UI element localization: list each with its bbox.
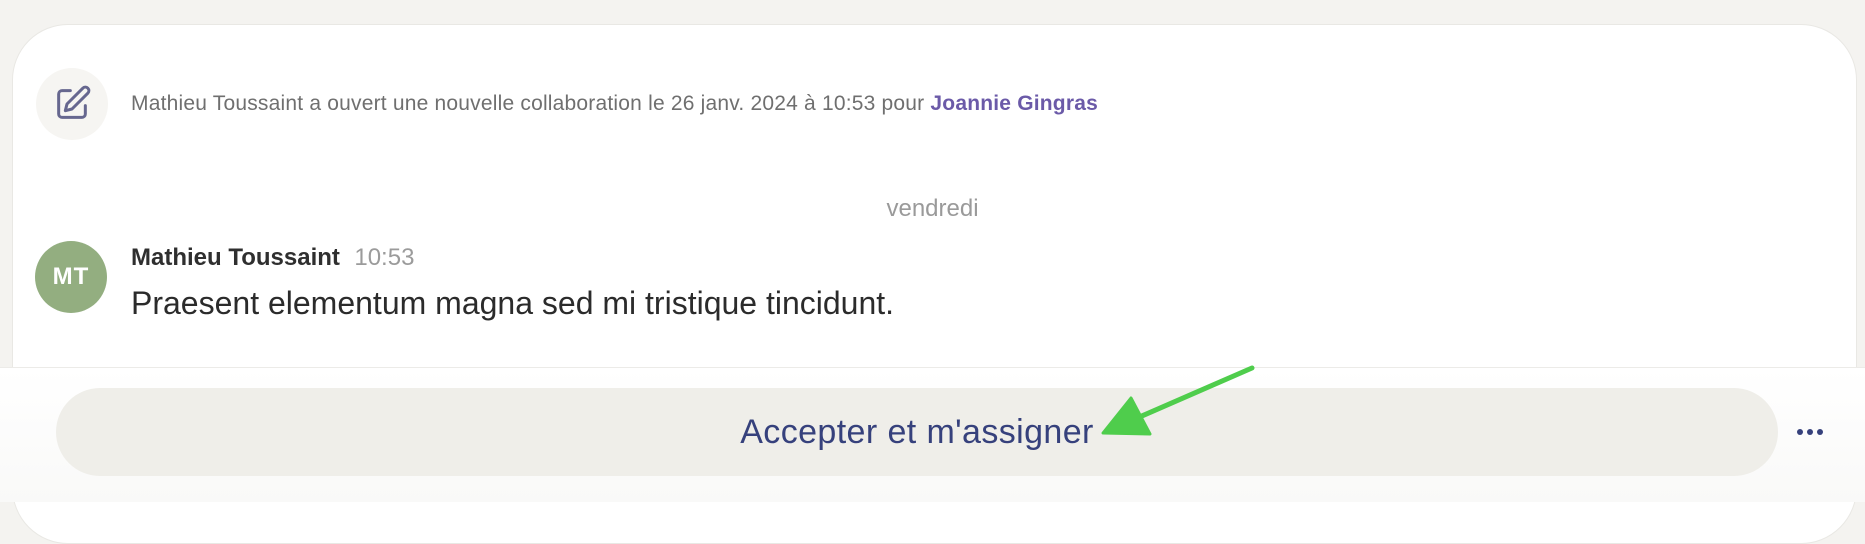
avatar: MT bbox=[35, 241, 107, 313]
event-description: Mathieu Toussaint a ouvert une nouvelle … bbox=[131, 92, 1098, 116]
message-time: 10:53 bbox=[354, 244, 415, 271]
accept-button-label: Accepter et m'assigner bbox=[740, 412, 1094, 451]
event-edit-badge bbox=[36, 68, 108, 140]
more-options-button[interactable] bbox=[1790, 410, 1830, 454]
event-text: Mathieu Toussaint a ouvert une nouvelle … bbox=[131, 92, 931, 115]
message-author: Mathieu Toussaint bbox=[131, 244, 340, 271]
edit-icon bbox=[57, 85, 91, 119]
assignee-link[interactable]: Joannie Gingras bbox=[930, 92, 1098, 115]
message-header: Mathieu Toussaint 10:53 bbox=[131, 244, 414, 272]
message-body: Praesent elementum magna sed mi tristiqu… bbox=[131, 285, 895, 321]
more-horizontal-icon bbox=[1797, 429, 1803, 435]
day-separator: vendredi bbox=[886, 195, 979, 222]
accept-and-assign-button[interactable]: Accepter et m'assigner bbox=[56, 388, 1778, 476]
